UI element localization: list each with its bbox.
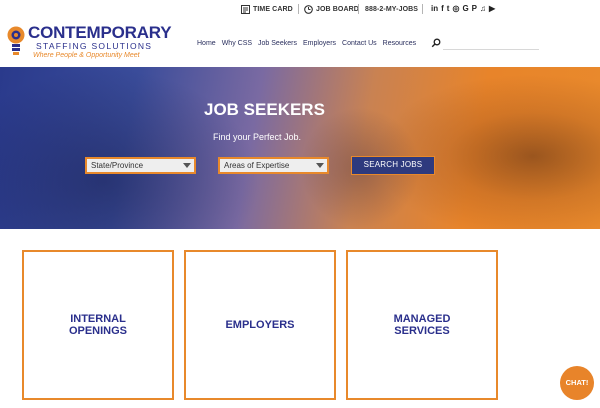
tile-label: INTERNAL OPENINGS xyxy=(68,313,128,337)
phone-link[interactable]: 888-2-MY-JOBS xyxy=(365,3,418,15)
pinterest-icon[interactable]: P xyxy=(472,4,477,14)
logo-tagline: Where People & Opportunity Meet xyxy=(33,52,140,59)
nav-contact-us[interactable]: Contact Us xyxy=(342,38,377,50)
chevron-down-icon xyxy=(183,163,191,168)
tile-label: MANAGED SERVICES xyxy=(393,313,451,337)
youtube-icon[interactable]: ▶ xyxy=(489,4,495,14)
chevron-down-icon xyxy=(316,163,324,168)
nav-resources[interactable]: Resources xyxy=(383,38,416,50)
divider xyxy=(422,4,423,14)
state-select[interactable]: State/Province xyxy=(85,157,196,174)
search-icon[interactable] xyxy=(431,38,441,48)
hero-photo-shade xyxy=(0,67,260,229)
clock-icon xyxy=(304,4,313,14)
tile-employers[interactable]: EMPLOYERS xyxy=(184,250,336,400)
snapchat-icon[interactable]: ♫ xyxy=(480,4,486,14)
search-jobs-button[interactable]: SEARCH JOBS xyxy=(351,156,435,175)
jobboard-link[interactable]: JOB BOARD xyxy=(304,3,359,15)
divider xyxy=(298,4,299,14)
logo-subtitle: STAFFING SOLUTIONS xyxy=(36,41,153,51)
nav-why-css[interactable]: Why CSS xyxy=(222,38,252,50)
site-logo[interactable]: CONTEMPORARY STAFFING SOLUTIONS Where Pe… xyxy=(6,22,172,62)
jobboard-label: JOB BOARD xyxy=(316,5,359,13)
linkedin-icon[interactable]: in xyxy=(431,4,438,14)
logo-bulb-icon xyxy=(7,26,25,55)
nav-employers[interactable]: Employers xyxy=(303,38,336,50)
twitter-icon[interactable]: t xyxy=(447,4,450,14)
instagram-icon[interactable]: ◎ xyxy=(452,4,459,14)
hero-subtitle: Find your Perfect Job. xyxy=(213,132,302,142)
search-input[interactable] xyxy=(443,49,539,50)
nav-home[interactable]: Home xyxy=(197,38,216,50)
page-title: JOB SEEKERS xyxy=(204,100,325,119)
facebook-icon[interactable]: f xyxy=(441,4,444,14)
logo-name: CONTEMPORARY xyxy=(28,23,172,42)
state-select-value: State/Province xyxy=(91,161,144,170)
timecard-label: TIME CARD xyxy=(253,5,293,13)
utility-bar: TIME CARD JOB BOARD 888-2-MY-JOBS in f t… xyxy=(0,0,600,18)
expertise-select-value: Areas of Expertise xyxy=(224,161,290,170)
hero-banner xyxy=(0,67,600,229)
tile-internal-openings[interactable]: INTERNAL OPENINGS xyxy=(22,250,174,400)
google-plus-icon[interactable]: G xyxy=(462,4,468,14)
nav-job-seekers[interactable]: Job Seekers xyxy=(258,38,297,50)
timecard-link[interactable]: TIME CARD xyxy=(241,3,293,15)
divider xyxy=(358,4,359,14)
tile-managed-services[interactable]: MANAGED SERVICES xyxy=(346,250,498,400)
timecard-icon xyxy=(241,4,250,14)
tile-label: EMPLOYERS xyxy=(225,319,295,331)
expertise-select[interactable]: Areas of Expertise xyxy=(218,157,329,174)
main-nav: Home Why CSS Job Seekers Employers Conta… xyxy=(197,38,416,50)
chat-button[interactable]: CHAT! xyxy=(560,366,594,400)
phone-number: 888-2-MY-JOBS xyxy=(365,5,419,13)
social-links: in f t ◎ G P ♫ ▶ xyxy=(431,3,495,15)
